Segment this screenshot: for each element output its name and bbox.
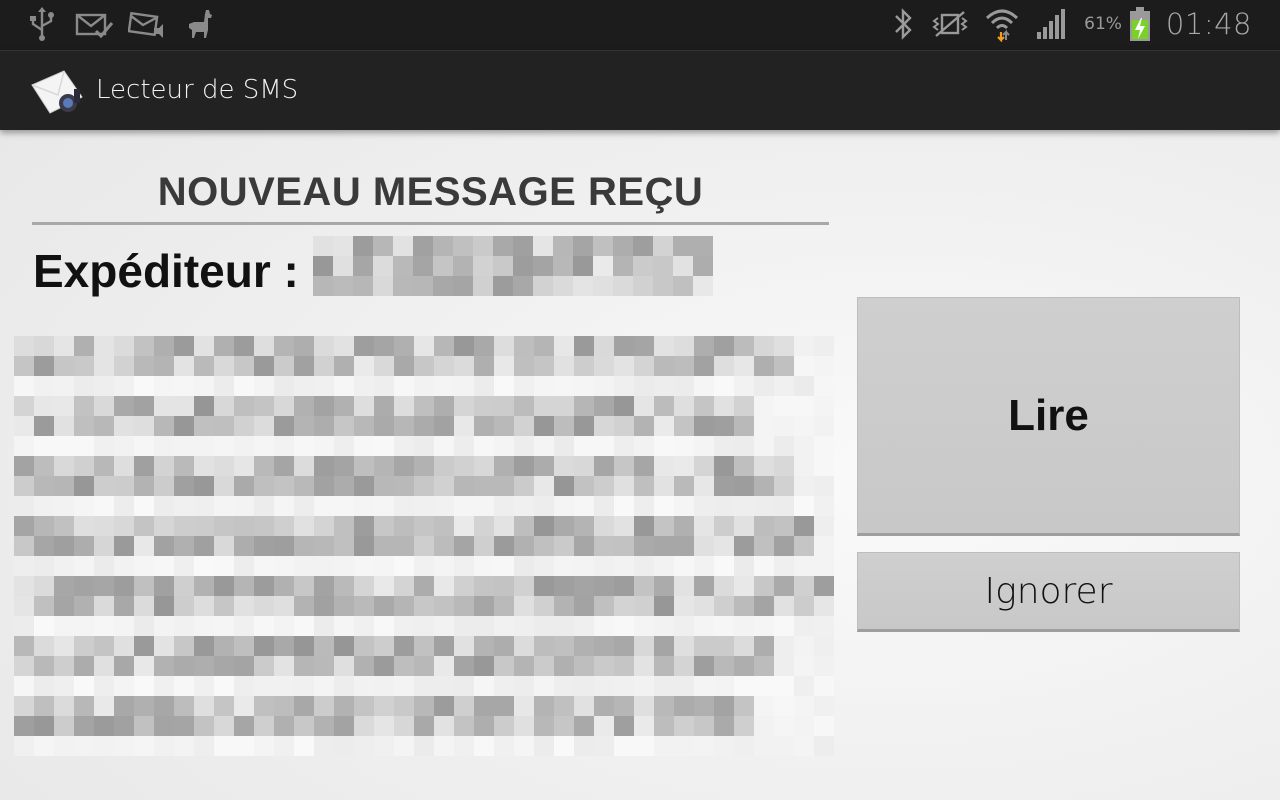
battery-percent: 61% <box>1084 14 1122 34</box>
status-bar: 61% 01:48 <box>0 0 1280 50</box>
heading-divider <box>32 222 829 225</box>
signal-icon <box>1037 9 1066 39</box>
llama-icon <box>189 10 212 38</box>
usb-icon <box>30 7 54 41</box>
mail-check-icon <box>75 13 114 39</box>
ignore-button[interactable]: Ignorer <box>857 552 1240 632</box>
page-title: NOUVEAU MESSAGE REÇU <box>157 170 704 214</box>
sender-label: Expéditeur : <box>33 245 299 297</box>
mail-sound-icon <box>128 11 163 38</box>
vibrate-icon <box>932 11 968 37</box>
app-title: Lecteur de SMS <box>96 75 299 105</box>
notification-icons <box>24 6 218 42</box>
read-button[interactable]: Lire <box>857 297 1240 536</box>
envelope-icon[interactable] <box>28 61 86 119</box>
wifi-icon <box>986 9 1019 42</box>
battery-charging-icon <box>1129 7 1150 41</box>
action-bar: Lecteur de SMS <box>0 50 1280 130</box>
system-icons: 61% 01:48 <box>890 6 1252 42</box>
clock: 01:48 <box>1165 7 1252 41</box>
bluetooth-icon <box>895 8 912 40</box>
